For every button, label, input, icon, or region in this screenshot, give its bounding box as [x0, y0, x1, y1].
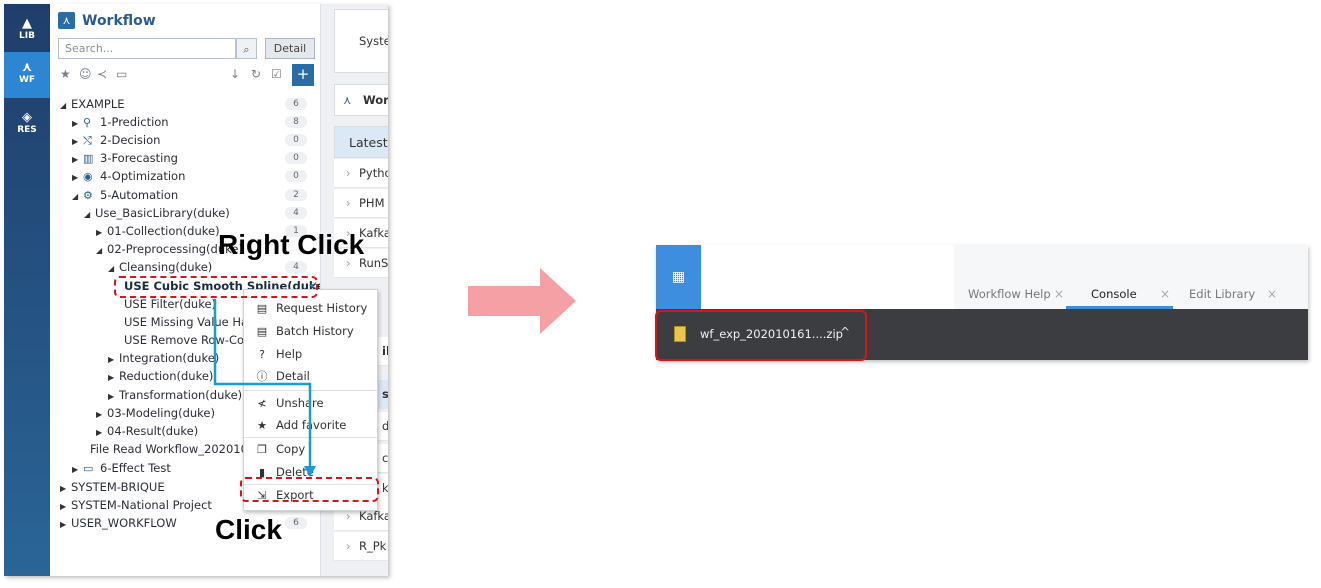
tab-edit-library[interactable]: Edit Library: [1189, 287, 1255, 301]
tab-workflow-help[interactable]: Workflow Help: [968, 287, 1051, 301]
highlight-download: [655, 310, 867, 361]
tab-console[interactable]: Console: [1091, 287, 1137, 301]
callout-click: Click: [215, 514, 282, 545]
close-icon[interactable]: ×: [1160, 287, 1170, 301]
step-arrow-icon: [468, 268, 576, 334]
tab-bar: Workflow Help × Console × Edit Library ×: [954, 245, 1308, 309]
connector-line: [213, 299, 312, 467]
callout-right-click: Right Click: [218, 229, 365, 260]
close-icon[interactable]: ×: [1054, 287, 1064, 301]
arrowhead-icon: [304, 466, 316, 477]
calendar-icon[interactable]: ▦: [656, 245, 701, 309]
close-icon[interactable]: ×: [1267, 287, 1277, 301]
